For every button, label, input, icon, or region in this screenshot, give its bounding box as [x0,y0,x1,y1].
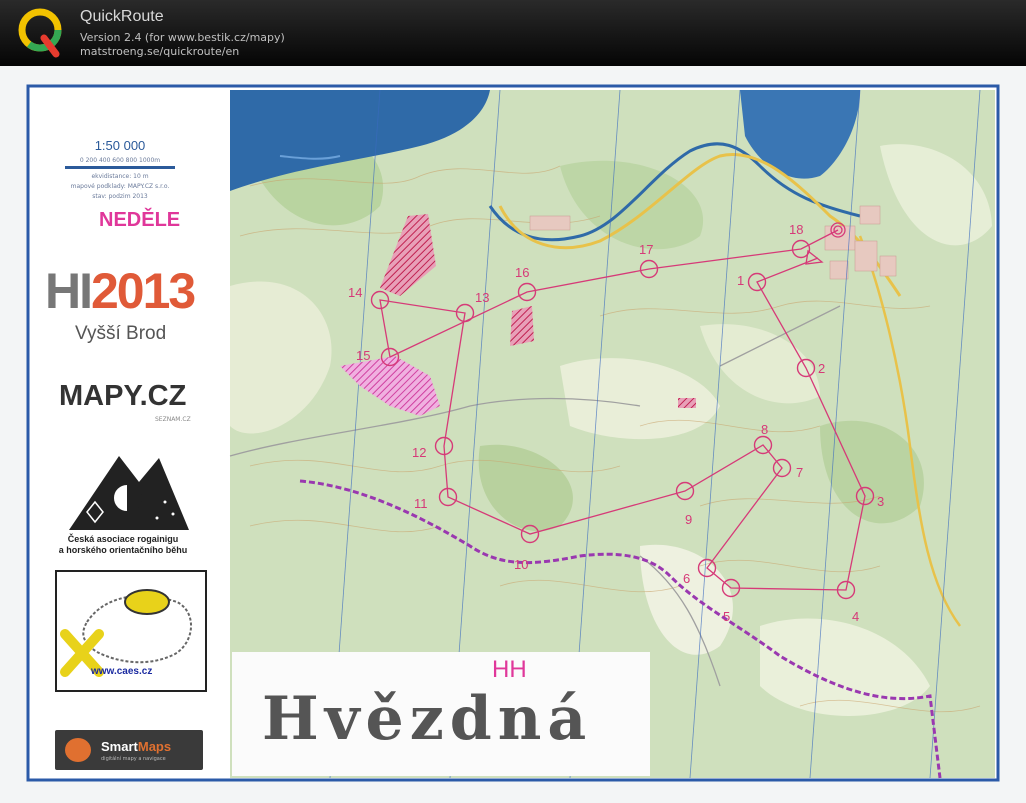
event-place: Vyšší Brod [75,323,167,344]
app-header: QuickRoute Version 2.4 (for www.bestik.c… [0,0,1026,66]
control-label-14: 14 [348,285,362,300]
club-name: Česká asociace rogainigu a horského orie… [58,534,188,555]
control-label-5: 5 [723,609,730,624]
scale-bar-label: 0 200 400 600 800 1000m [79,157,161,164]
event-logo: HI2013 [45,263,196,319]
map-scale: 1:50 000 [94,138,146,153]
mapy-cz-sublabel: SEZNAM.CZ [155,416,191,423]
class-label: HH [492,656,527,683]
smartmaps-sublabel: digitální mapy a navigace [101,756,166,762]
control-label-7: 7 [796,465,803,480]
control-label-16: 16 [515,265,529,280]
map-title: Hvězdná [262,684,593,754]
control-label-17: 17 [639,242,653,257]
app-title: QuickRoute [80,8,164,25]
app-version: Version 2.4 (for www.bestik.cz/mapy) [80,31,285,44]
smartmaps-icon [65,738,91,762]
control-label-4: 4 [852,609,859,624]
control-label-8: 8 [761,422,768,437]
state-note: stav: podzim 2013 [92,193,148,200]
scale-bar [65,166,175,169]
control-label-9: 9 [685,512,692,527]
legend-panel: 1:50 000 0 200 400 600 800 1000m ekvidis… [35,90,229,774]
caes-url: www.caes.cz [91,666,153,677]
control-label-12: 12 [412,445,426,460]
map-viewport[interactable]: 1 2 3 4 5 6 7 8 9 10 11 12 13 14 15 16 17 18 1:50 000 0 2… [0,66,1026,803]
quickroute-logo-icon [18,8,62,58]
contour-note: ekvidistance: 10 m [91,173,149,180]
control-label-2: 2 [818,361,825,376]
control-label-15: 15 [356,348,370,363]
app-url: matstroeng.se/quickroute/en [80,45,240,58]
day-label: NEDĚLE [99,209,181,231]
mountain-logo-icon [69,456,189,530]
control-label-6: 6 [683,571,690,586]
control-label-3: 3 [877,494,884,509]
control-label-18: 18 [789,222,803,237]
base-note: mapové podklady: MAPY.CZ s.r.o. [70,183,170,190]
control-label-1: 1 [737,273,744,288]
smartmaps-logo: SmartMaps digitální mapy a navigace [55,730,203,770]
control-label-10: 10 [514,557,528,572]
control-label-13: 13 [475,290,489,305]
restricted-area [510,306,534,346]
control-label-11: 11 [414,496,428,511]
mapy-cz-logo: MAPY.CZ [59,380,187,412]
